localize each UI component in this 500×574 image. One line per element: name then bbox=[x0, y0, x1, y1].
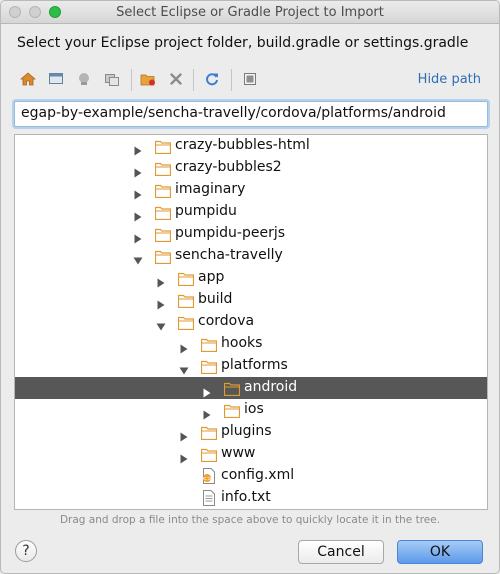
toolbar-separator bbox=[131, 69, 132, 91]
collapsed-arrow-icon[interactable] bbox=[202, 405, 212, 420]
folder-icon bbox=[154, 205, 172, 221]
toolbar: Hide path bbox=[17, 67, 491, 95]
toggle-hidden-icon[interactable] bbox=[241, 70, 259, 88]
new-folder-icon[interactable] bbox=[103, 70, 121, 88]
tree-folder-row[interactable]: www bbox=[15, 443, 487, 465]
tree-item-label: build bbox=[198, 291, 233, 307]
tree-file-row[interactable]: info.txt bbox=[15, 487, 487, 509]
folder-icon bbox=[200, 425, 218, 441]
folder-icon bbox=[200, 359, 218, 375]
folder-icon bbox=[223, 403, 241, 419]
help-button[interactable]: ? bbox=[15, 540, 37, 562]
tree-item-label: plugins bbox=[221, 423, 272, 439]
import-dialog: Select Eclipse or Gradle Project to Impo… bbox=[0, 0, 500, 574]
expanded-arrow-icon[interactable] bbox=[179, 361, 189, 375]
expanded-arrow-icon[interactable] bbox=[156, 317, 166, 331]
tree-item-label: platforms bbox=[221, 357, 288, 373]
home-icon[interactable] bbox=[19, 70, 37, 88]
desktop-icon[interactable] bbox=[47, 70, 65, 88]
window-title: Select Eclipse or Gradle Project to Impo… bbox=[116, 5, 384, 20]
hide-path-link[interactable]: Hide path bbox=[418, 72, 481, 87]
tree-folder-row[interactable]: cordova bbox=[15, 311, 487, 333]
collapsed-arrow-icon[interactable] bbox=[179, 449, 189, 464]
folder-icon bbox=[177, 293, 195, 309]
folder-icon bbox=[154, 183, 172, 199]
folder-icon bbox=[154, 139, 172, 155]
tree-item-label: cordova bbox=[198, 313, 255, 329]
new-directory-icon[interactable] bbox=[139, 70, 157, 88]
tree-folder-row[interactable]: plugins bbox=[15, 421, 487, 443]
toolbar-separator bbox=[231, 69, 232, 91]
collapsed-arrow-icon[interactable] bbox=[179, 339, 189, 354]
tree-folder-row[interactable]: pumpidu-peerjs bbox=[15, 223, 487, 245]
tree-folder-row[interactable]: android bbox=[15, 377, 487, 399]
collapsed-arrow-icon[interactable] bbox=[133, 185, 143, 200]
module-icon[interactable] bbox=[75, 70, 93, 88]
tree-item-label: android bbox=[244, 379, 298, 395]
toolbar-separator bbox=[193, 69, 194, 91]
tree-folder-row[interactable]: crazy-bubbles2 bbox=[15, 157, 487, 179]
folder-icon bbox=[200, 447, 218, 463]
collapsed-arrow-icon[interactable] bbox=[156, 295, 166, 310]
collapsed-arrow-icon[interactable] bbox=[202, 383, 212, 398]
folder-icon bbox=[154, 161, 172, 177]
text-file-icon bbox=[201, 490, 217, 506]
folder-icon bbox=[177, 271, 195, 287]
tree-folder-row[interactable]: build bbox=[15, 289, 487, 311]
tree-folder-row[interactable]: crazy-bubbles-html bbox=[15, 135, 487, 157]
tree-item-label: pumpidu bbox=[175, 203, 237, 219]
tree-folder-row[interactable]: imaginary bbox=[15, 179, 487, 201]
tree-item-label: crazy-bubbles2 bbox=[175, 159, 282, 175]
tree-item-label: pumpidu-peerjs bbox=[175, 225, 286, 241]
tree-folder-row[interactable]: pumpidu bbox=[15, 201, 487, 223]
tree-folder-row[interactable]: app bbox=[15, 267, 487, 289]
collapsed-arrow-icon[interactable] bbox=[133, 207, 143, 222]
title-bar: Select Eclipse or Gradle Project to Impo… bbox=[1, 1, 499, 24]
tree-item-label: sencha-travelly bbox=[175, 247, 283, 263]
expanded-arrow-icon[interactable] bbox=[133, 251, 143, 265]
tree-folder-row[interactable]: ios bbox=[15, 399, 487, 421]
folder-icon bbox=[154, 227, 172, 243]
tree-item-label: ios bbox=[244, 401, 264, 417]
tree-folder-row[interactable]: platforms bbox=[15, 355, 487, 377]
tree-item-label: config.xml bbox=[221, 467, 295, 483]
tree-file-row[interactable]: <> config.xml bbox=[15, 465, 487, 487]
collapsed-arrow-icon[interactable] bbox=[156, 273, 166, 288]
tree-folder-row[interactable]: hooks bbox=[15, 333, 487, 355]
tree-item-label: crazy-bubbles-html bbox=[175, 137, 310, 153]
path-input[interactable]: egap-by-example/sencha-travelly/cordova/… bbox=[14, 101, 488, 127]
tree-item-label: app bbox=[198, 269, 225, 285]
delete-icon[interactable] bbox=[167, 70, 185, 88]
refresh-icon[interactable] bbox=[203, 70, 221, 88]
cancel-button[interactable]: Cancel bbox=[298, 540, 384, 564]
svg-text:<>: <> bbox=[202, 476, 212, 483]
file-tree[interactable]: crazy-bubbles-html crazy-bubbles2 imaginar… bbox=[14, 134, 488, 510]
folder-icon bbox=[177, 315, 195, 331]
ok-button[interactable]: OK bbox=[397, 540, 483, 564]
collapsed-arrow-icon[interactable] bbox=[133, 229, 143, 244]
tree-item-label: imaginary bbox=[175, 181, 246, 197]
folder-icon bbox=[200, 337, 218, 353]
collapsed-arrow-icon[interactable] bbox=[133, 141, 143, 156]
collapsed-arrow-icon[interactable] bbox=[133, 163, 143, 178]
folder-icon bbox=[223, 381, 241, 397]
xml-file-icon: <> bbox=[201, 468, 217, 484]
dialog-heading: Select your Eclipse project folder, buil… bbox=[17, 35, 469, 51]
tree-item-label: hooks bbox=[221, 335, 263, 351]
tree-folder-row[interactable]: sencha-travelly bbox=[15, 245, 487, 267]
folder-icon bbox=[154, 249, 172, 265]
tree-item-label: www bbox=[221, 445, 256, 461]
collapsed-arrow-icon[interactable] bbox=[179, 427, 189, 442]
tree-item-label: info.txt bbox=[221, 489, 271, 505]
drag-drop-hint: Drag and drop a file into the space abov… bbox=[59, 514, 441, 526]
